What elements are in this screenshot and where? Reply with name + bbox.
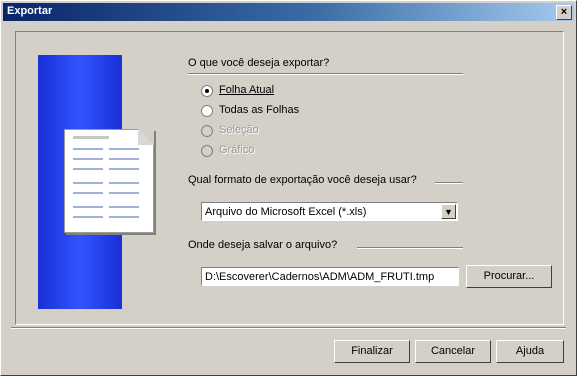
format-select-value: Arquivo do Microsoft Excel (*.xls) (205, 206, 367, 218)
page-fold (138, 129, 154, 145)
document-icon (64, 129, 154, 233)
document-line (73, 216, 103, 218)
help-button[interactable]: Ajuda (496, 340, 564, 363)
radio-all-sheets[interactable] (201, 105, 213, 117)
radio-all-sheets-label[interactable]: Todas as Folhas (219, 104, 299, 116)
close-icon: × (560, 6, 568, 18)
radio-selected-dot (205, 89, 209, 93)
document-line (109, 216, 139, 218)
path-question-separator (357, 247, 463, 249)
close-button[interactable]: × (556, 5, 572, 20)
format-question-label: Qual formato de exportação você deseja u… (188, 174, 417, 186)
radio-chart-label: Gráfico (219, 144, 255, 156)
export-question-separator (188, 73, 463, 75)
chevron-down-icon[interactable]: ▼ (441, 204, 456, 219)
document-line (73, 148, 103, 150)
path-input[interactable]: D:\Escoverer\Cadernos\ADM\ADM_FRUTI.tmp (201, 267, 459, 286)
radio-current-sheet-label[interactable]: Folha Atual (219, 84, 274, 96)
footer-separator (11, 327, 566, 329)
document-line (109, 148, 139, 150)
document-line (109, 182, 139, 184)
document-line (73, 192, 103, 194)
document-line (73, 206, 103, 208)
document-line (73, 158, 103, 160)
radio-selection-label: Seleção (219, 124, 259, 136)
document-line (73, 168, 103, 170)
window-title: Exportar (7, 5, 53, 17)
document-line (73, 182, 103, 184)
format-select[interactable]: Arquivo do Microsoft Excel (*.xls) ▼ (201, 202, 458, 221)
document-header (73, 136, 109, 139)
format-question-separator (435, 182, 463, 184)
radio-current-sheet[interactable] (201, 85, 213, 97)
radio-chart (201, 145, 213, 157)
browse-button[interactable]: Procurar... (466, 265, 552, 288)
document-line (109, 168, 139, 170)
document-line (109, 158, 139, 160)
document-line (109, 192, 139, 194)
radio-selection (201, 125, 213, 137)
path-question-label: Onde deseja salvar o arquivo? (188, 239, 338, 251)
export-dialog: Exportar × O que você deseja exportar? F… (0, 0, 577, 376)
finish-button[interactable]: Finalizar (334, 340, 410, 363)
cancel-button[interactable]: Cancelar (415, 340, 491, 363)
export-question-label: O que você deseja exportar? (188, 57, 330, 69)
title-bar[interactable]: Exportar × (3, 3, 574, 21)
document-line (109, 206, 139, 208)
